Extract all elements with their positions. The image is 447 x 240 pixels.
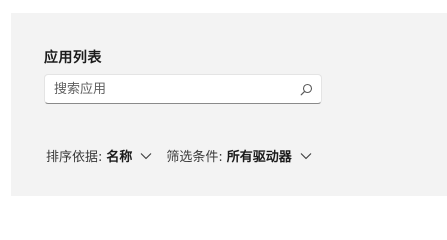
search-icon[interactable] [299, 82, 313, 96]
section-title: 应用列表 [44, 50, 102, 66]
sort-value: 名称 [106, 150, 133, 165]
chevron-down-icon [300, 152, 312, 160]
filter-value: 所有驱动器 [226, 150, 292, 165]
filter-dropdown[interactable]: 筛选条件: 所有驱动器 [166, 146, 312, 165]
filter-row: 排序依据: 名称 筛选条件: 所有驱动器 [46, 146, 312, 165]
chevron-down-icon [140, 152, 152, 160]
sort-dropdown[interactable]: 排序依据: 名称 [46, 146, 152, 165]
sort-label: 排序依据: [46, 150, 103, 165]
search-input[interactable] [45, 76, 299, 102]
search-box[interactable] [44, 74, 322, 104]
filter-label: 筛选条件: [166, 150, 223, 165]
apps-list-panel: 应用列表 排序依据: 名称 筛选条件: 所有驱动器 [11, 13, 447, 196]
